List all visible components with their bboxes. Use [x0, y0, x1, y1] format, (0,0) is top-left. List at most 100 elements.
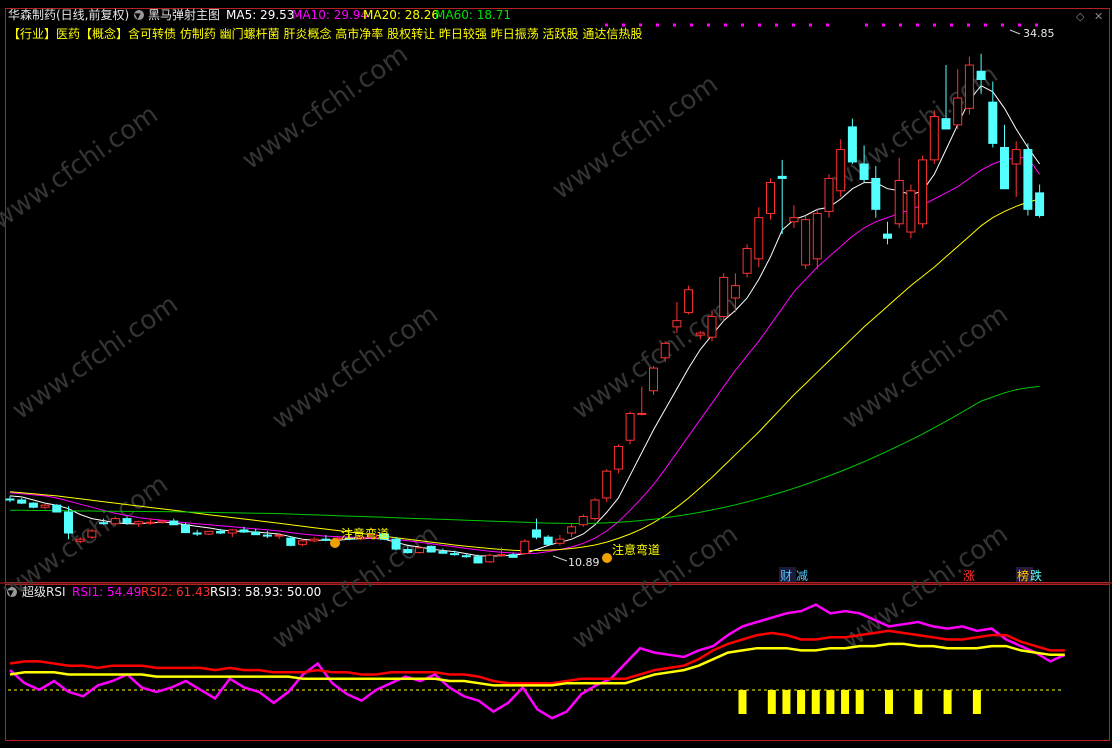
candle	[754, 207, 764, 268]
sub-indicator-name[interactable]: 超级RSI	[22, 584, 66, 599]
stock-title: 华森制药(日线,前复权)	[8, 7, 129, 22]
candle-body	[859, 163, 869, 180]
candle-body	[672, 320, 682, 328]
candle-body	[75, 538, 85, 542]
candle	[251, 528, 261, 536]
candle-body	[567, 526, 577, 534]
candle	[824, 174, 834, 218]
candle-body	[894, 179, 904, 225]
rsi-lines	[9, 603, 1066, 720]
candle	[590, 497, 600, 521]
candle	[520, 539, 530, 555]
rsi3-value: RSI3: 58.93	[210, 585, 279, 599]
candle-body	[28, 502, 38, 508]
rsi-signal-bar	[914, 690, 923, 714]
rsi-signal-bar	[943, 690, 952, 714]
event-label-3[interactable]: 涨	[963, 568, 975, 583]
candle-body	[789, 217, 799, 223]
sub-collapse-glyph: ▼	[8, 589, 15, 598]
diamond-icon[interactable]: ◇	[1076, 10, 1085, 23]
rsi-signal-bar	[972, 690, 981, 714]
candle-body	[660, 342, 670, 359]
candle-body	[1000, 147, 1009, 190]
candle	[637, 386, 647, 416]
rsi-line-rsi1	[9, 603, 1066, 720]
signal-dot-2	[602, 553, 612, 563]
candle	[1023, 143, 1033, 216]
candle-body	[403, 549, 413, 554]
candle	[227, 528, 237, 538]
candle-body	[649, 367, 658, 392]
candle-body	[555, 538, 565, 544]
candle-body	[953, 97, 963, 126]
candle	[1011, 141, 1021, 197]
candle-body	[824, 177, 834, 212]
candle	[777, 159, 787, 235]
candle	[426, 545, 436, 553]
event-label-5[interactable]: 跌	[1030, 568, 1042, 583]
candle	[964, 56, 974, 115]
candle-body	[684, 289, 694, 313]
candle-body	[251, 531, 261, 536]
candle	[532, 518, 541, 540]
candle-body	[204, 530, 214, 535]
signal-label-2: 注意弯道	[612, 542, 660, 557]
candle-body	[590, 499, 600, 520]
candle-body	[812, 212, 822, 260]
candle-body	[695, 332, 705, 336]
candle-body	[929, 116, 939, 161]
watermark-3: www.cfchi.com	[547, 69, 724, 205]
candle	[602, 469, 612, 503]
rsi-signal-bar	[841, 690, 850, 714]
high-label: 34.85	[1023, 27, 1055, 40]
candle-body	[17, 499, 27, 504]
candle-body	[988, 101, 998, 144]
candle	[28, 502, 38, 509]
candle-body	[906, 190, 916, 233]
candle	[613, 444, 623, 474]
watermark-1: www.cfchi.com	[0, 99, 164, 235]
candle	[847, 118, 857, 164]
candle	[262, 530, 272, 539]
watermark-2: www.cfchi.com	[237, 39, 414, 175]
watermark-8: www.cfchi.com	[837, 299, 1014, 435]
candle	[40, 504, 50, 510]
candle	[204, 530, 214, 536]
candle	[543, 535, 553, 546]
candle-body	[496, 554, 506, 557]
candle-body	[181, 524, 190, 534]
signal-label-1: 注意弯道	[341, 526, 389, 541]
candle-body	[5, 498, 15, 501]
candle	[929, 110, 939, 164]
close-icon[interactable]: ✕	[1094, 10, 1103, 23]
candle-body	[426, 545, 436, 553]
rsi-line-rsi3	[9, 642, 1065, 687]
candle-body	[321, 538, 331, 541]
candle	[649, 366, 658, 395]
candle-body	[613, 445, 623, 470]
candle-body	[110, 518, 120, 525]
collapse-icon-glyph: ▼	[135, 12, 142, 21]
candle-body	[461, 555, 471, 558]
candle-body	[298, 540, 307, 545]
candle-body	[602, 470, 612, 499]
candle-body	[99, 522, 109, 525]
ma5-value: MA5: 29.53	[226, 8, 294, 22]
candle-body	[473, 556, 483, 564]
candle-body	[520, 540, 530, 555]
indicator-name[interactable]: 黑马弹射主图	[148, 7, 220, 22]
candle-body	[1011, 149, 1021, 165]
watermark-11: www.cfchi.com	[567, 519, 744, 655]
candle-body	[508, 554, 518, 558]
ma10-value: MA10: 29.94	[292, 8, 368, 22]
candle	[391, 537, 401, 551]
ma20-value: MA20: 28.26	[363, 8, 439, 22]
candle	[918, 155, 928, 228]
candle	[625, 411, 635, 445]
low-pointer	[552, 555, 568, 562]
watermark-7: www.cfchi.com	[567, 289, 744, 425]
candle-body	[391, 538, 401, 550]
candle-body	[192, 532, 202, 535]
event-label-2[interactable]: 减	[796, 569, 808, 583]
rsi-signal-bar	[826, 690, 835, 714]
